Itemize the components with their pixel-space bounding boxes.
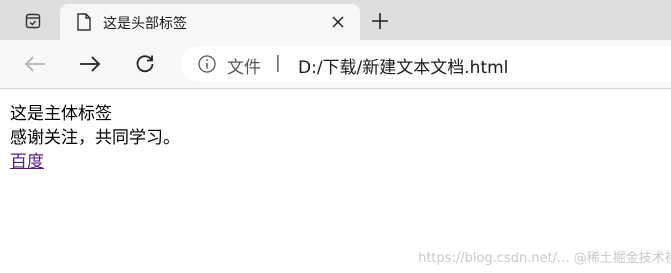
url-text[interactable]: D:/下载/新建文本文档.html	[298, 53, 508, 78]
arrow-right-icon	[80, 56, 101, 72]
document-icon	[77, 13, 91, 31]
body-text: 感谢关注，共同学习。	[10, 128, 180, 148]
refresh-button[interactable]	[131, 50, 159, 78]
tab-actions-button[interactable]	[16, 8, 50, 34]
address-separator: |	[275, 53, 281, 73]
active-tab[interactable]: 这是头部标签	[60, 4, 360, 40]
browser-toolbar: 文件 | D:/下载/新建文本文档.html	[0, 40, 671, 89]
page-content: 这是主体标签 感谢关注，共同学习。 百度	[10, 102, 180, 174]
heading-text: 这是主体标签	[10, 104, 112, 124]
tab-actions-icon	[25, 13, 41, 29]
site-info-label[interactable]: 文件	[227, 53, 261, 78]
tab-title: 这是头部标签	[103, 16, 187, 32]
info-icon[interactable]	[198, 55, 216, 73]
arrow-left-icon	[24, 56, 45, 72]
new-tab-button[interactable]	[366, 7, 394, 35]
tab-strip: 这是头部标签	[0, 0, 671, 40]
forward-button[interactable]	[76, 50, 104, 78]
close-icon	[332, 16, 344, 28]
watermark: https://blog.csdn.net/... @稀土掘金技术社区	[418, 251, 671, 266]
refresh-icon	[136, 55, 154, 73]
address-bar[interactable]: 文件 | D:/下载/新建文本文档.html	[180, 46, 671, 82]
baidu-link[interactable]: 百度	[10, 152, 44, 172]
back-button[interactable]	[21, 50, 49, 78]
plus-icon	[372, 13, 388, 29]
tab-close-button[interactable]	[326, 10, 350, 34]
